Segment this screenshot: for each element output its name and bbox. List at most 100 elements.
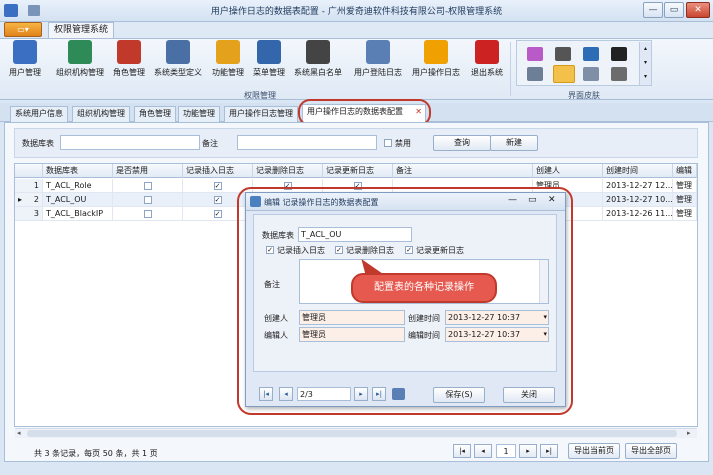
- operation-log-icon: [424, 40, 448, 64]
- row-header[interactable]: ▸ 2: [15, 193, 43, 207]
- blacklist-button[interactable]: 系统黑白名单: [290, 40, 346, 78]
- row-header[interactable]: 1: [15, 179, 43, 193]
- ribbon-tab-permission-system[interactable]: 权限管理系统: [48, 22, 114, 39]
- cell-checkbox[interactable]: [143, 181, 152, 190]
- login-log-icon: [366, 40, 390, 64]
- maximize-button[interactable]: ▭: [664, 2, 684, 18]
- role-management-icon: [117, 40, 141, 64]
- exit-system-icon: [475, 40, 499, 64]
- column-header[interactable]: 创建人: [533, 164, 603, 178]
- cell-created-time[interactable]: 2013-12-27 12...: [603, 179, 673, 193]
- disabled-filter-label: 禁用: [395, 139, 411, 148]
- row-header[interactable]: 3: [15, 207, 43, 221]
- row-number: 2: [33, 195, 39, 204]
- ribbon-button-label: 菜单管理: [253, 68, 285, 77]
- export-all-pages-button[interactable]: 导出全部页: [625, 443, 677, 459]
- cell-disabled: [113, 193, 183, 207]
- status-text: 共 3 条记录，每页 50 条，共 1 页: [34, 449, 158, 458]
- exit-system-button[interactable]: 退出系统: [466, 40, 508, 78]
- prev-page-button[interactable]: ◂: [474, 444, 492, 458]
- login-log-button[interactable]: 用户登陆日志: [350, 40, 406, 78]
- user-management-button[interactable]: 用户管理: [2, 40, 48, 78]
- cell-table-name[interactable]: T_ACL_OU: [43, 193, 113, 207]
- ribbon-button-label: 角色管理: [113, 68, 145, 77]
- ribbon-button-label: 用户管理: [9, 68, 41, 77]
- menu-management-icon: [257, 40, 281, 64]
- column-header[interactable]: 记录更新日志: [323, 164, 393, 178]
- row-number: 3: [33, 209, 39, 218]
- column-header[interactable]: 记录插入日志: [183, 164, 253, 178]
- role-management-button[interactable]: 角色管理: [110, 40, 148, 78]
- column-header[interactable]: 是否禁用: [113, 164, 183, 178]
- skin-icon[interactable]: [611, 67, 627, 81]
- skin-icon-selected[interactable]: [553, 65, 575, 83]
- scroll-left-icon[interactable]: ◂: [17, 429, 21, 437]
- column-header[interactable]: 记录删除日志: [253, 164, 323, 178]
- skin-icon[interactable]: [583, 47, 599, 61]
- tab-org-management[interactable]: 组织机构管理: [72, 106, 130, 122]
- cell-checkbox[interactable]: [143, 195, 152, 204]
- page-number-input[interactable]: 1: [496, 444, 516, 458]
- column-header[interactable]: 备注: [393, 164, 533, 178]
- table-filter-label: 数据库表: [22, 139, 54, 148]
- cell-checkbox[interactable]: ✓: [213, 181, 222, 190]
- system-type-icon: [166, 40, 190, 64]
- cell-editor[interactable]: 管理: [673, 207, 697, 221]
- column-header[interactable]: 编辑: [673, 164, 697, 178]
- skin-icon[interactable]: [555, 47, 571, 61]
- function-management-button[interactable]: 功能管理: [208, 40, 248, 78]
- disabled-filter-checkbox[interactable]: [384, 139, 392, 147]
- close-button[interactable]: ✕: [686, 2, 710, 18]
- new-button[interactable]: 新建: [490, 135, 538, 151]
- ribbon-button-label: 系统类型定义: [154, 68, 202, 77]
- scroll-thumb[interactable]: [27, 430, 677, 437]
- next-page-button[interactable]: ▸: [519, 444, 537, 458]
- tab-function-management[interactable]: 功能管理: [178, 106, 220, 122]
- tab-role-management[interactable]: 角色管理: [134, 106, 176, 122]
- cell-created-time[interactable]: 2013-12-27 10...: [603, 193, 673, 207]
- column-header[interactable]: 创建时间: [603, 164, 673, 178]
- table-filter-input[interactable]: [60, 135, 200, 150]
- operation-log-button[interactable]: 用户操作日志: [408, 40, 464, 78]
- export-current-page-button[interactable]: 导出当前页: [568, 443, 620, 459]
- cell-table-name[interactable]: T_ACL_Role: [43, 179, 113, 193]
- skin-icon[interactable]: [611, 47, 627, 61]
- user-management-icon: [13, 40, 37, 64]
- cell-editor[interactable]: 管理: [673, 179, 697, 193]
- org-management-icon: [68, 40, 92, 64]
- scroll-right-icon[interactable]: ▸: [687, 429, 691, 437]
- row-number: 1: [33, 181, 39, 190]
- tab-operation-log[interactable]: 用户操作日志管理: [224, 106, 298, 122]
- first-page-button[interactable]: |◂: [453, 444, 471, 458]
- menu-management-button[interactable]: 菜单管理: [251, 40, 287, 78]
- skin-icon[interactable]: [527, 67, 543, 81]
- remark-filter-input[interactable]: [237, 135, 377, 150]
- ribbon-button-label: 用户登陆日志: [354, 68, 402, 77]
- cell-table-name[interactable]: T_ACL_BlackIP: [43, 207, 113, 221]
- tab-system-users[interactable]: 系统用户信息: [10, 106, 68, 122]
- last-page-button[interactable]: ▸|: [540, 444, 558, 458]
- skin-icon[interactable]: [527, 47, 543, 61]
- system-type-button[interactable]: 系统类型定义: [150, 40, 206, 78]
- blacklist-icon: [306, 40, 330, 64]
- cell-editor[interactable]: 管理: [673, 193, 697, 207]
- function-management-icon: [216, 40, 240, 64]
- ribbon-button-label: 系统黑白名单: [294, 68, 342, 77]
- skin-gallery[interactable]: ▴ ▾ ▾: [516, 40, 652, 86]
- org-management-button[interactable]: 组织机构管理: [52, 40, 108, 78]
- skin-icon[interactable]: [583, 67, 599, 81]
- ribbon-button-label: 组织机构管理: [56, 68, 104, 77]
- cell-disabled: [113, 179, 183, 193]
- query-button[interactable]: 查询: [433, 135, 491, 151]
- minimize-button[interactable]: —: [643, 2, 663, 18]
- cell-created-time[interactable]: 2013-12-26 11...: [603, 207, 673, 221]
- gallery-scroll[interactable]: ▴ ▾ ▾: [639, 42, 651, 85]
- cell-checkbox[interactable]: [143, 209, 152, 218]
- column-header[interactable]: 数据库表: [43, 164, 113, 178]
- horizontal-scrollbar[interactable]: ◂ ▸: [15, 428, 697, 438]
- cell-checkbox[interactable]: ✓: [213, 209, 222, 218]
- ribbon-separator: [510, 42, 511, 96]
- cell-checkbox[interactable]: ✓: [213, 195, 222, 204]
- file-menu-button[interactable]: ▭▾: [4, 22, 42, 37]
- skin-group-label: 界面皮肤: [568, 91, 600, 100]
